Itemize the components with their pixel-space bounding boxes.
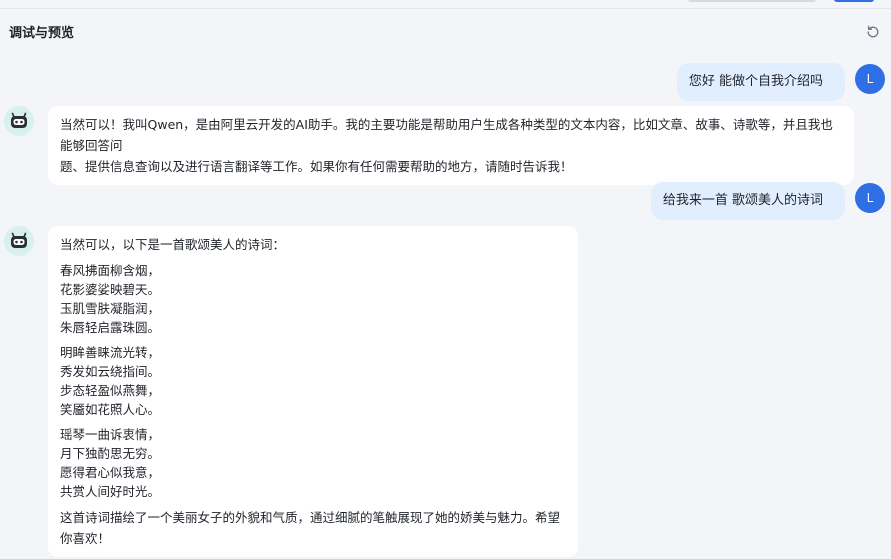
- user-message: 您好 能做个自我介绍吗 L: [676, 63, 885, 101]
- toolbar-primary-button-stub[interactable]: [834, 0, 874, 2]
- poem-line: 笑靥如花照人心。: [60, 402, 161, 417]
- poem-outro: 这首诗词描绘了一个美丽女子的外貌和气质，通过细腻的笔触展现了她的娇美与魅力。希望…: [60, 510, 561, 546]
- assistant-text-line: 当然可以！我叫Qwen，是由阿里云开发的AI助手。我的主要功能是帮助用户生成各种…: [60, 117, 833, 153]
- poem-line: 月下独酌思无穷。: [60, 446, 161, 461]
- poem-line: 春风拂面柳含烟，: [60, 263, 161, 278]
- poem-line: 花影婆娑映碧天。: [60, 282, 161, 297]
- poem-line: 步态轻盈似燕舞，: [60, 383, 161, 398]
- poem-line: 秀发如云绕指间。: [60, 364, 161, 379]
- top-toolbar-remnant: [0, 0, 891, 8]
- poem-line: 愿得君心似我意，: [60, 465, 161, 480]
- assistant-message: 当然可以！我叫Qwen，是由阿里云开发的AI助手。我的主要功能是帮助用户生成各种…: [4, 106, 854, 185]
- poem-line: 玉肌雪肤凝脂润，: [60, 301, 161, 316]
- refresh-icon[interactable]: [865, 24, 881, 40]
- user-avatar: L: [855, 64, 885, 94]
- poem-line: 朱唇轻启露珠圆。: [60, 320, 161, 335]
- user-message-bubble: 给我来一首 歌颂美人的诗词: [650, 182, 845, 220]
- poem-line: 共赏人间好时光。: [60, 484, 161, 499]
- bot-avatar: [4, 106, 34, 136]
- poem-intro: 当然可以，以下是一首歌颂美人的诗词：: [60, 237, 286, 252]
- panel-header: 调试与预览: [0, 8, 891, 54]
- bot-avatar: [4, 226, 34, 256]
- page-title: 调试与预览: [9, 26, 75, 41]
- poem-stanza: 明眸善睐流光转， 秀发如云绕指间。 步态轻盈似燕舞， 笑靥如花照人心。: [60, 343, 566, 419]
- robot-face-icon: [11, 232, 27, 248]
- user-message-bubble: 您好 能做个自我介绍吗: [676, 63, 845, 101]
- assistant-message-bubble: 当然可以！我叫Qwen，是由阿里云开发的AI助手。我的主要功能是帮助用户生成各种…: [48, 106, 854, 185]
- poem-stanza: 瑶琴一曲诉衷情， 月下独酌思无穷。 愿得君心似我意， 共赏人间好时光。: [60, 425, 566, 501]
- toolbar-input-stub[interactable]: [688, 0, 816, 2]
- user-message: 给我来一首 歌颂美人的诗词 L: [650, 182, 885, 220]
- assistant-text-line: 题、提供信息查询以及进行语言翻译等工作。如果你有任何需要帮助的地方，请随时告诉我…: [60, 159, 573, 174]
- robot-face-icon: [11, 112, 27, 128]
- poem-line: 瑶琴一曲诉衷情，: [60, 427, 161, 442]
- user-avatar: L: [855, 183, 885, 213]
- assistant-message-bubble: 当然可以，以下是一首歌颂美人的诗词： 春风拂面柳含烟， 花影婆娑映碧天。 玉肌雪…: [48, 226, 578, 557]
- poem-stanza: 春风拂面柳含烟， 花影婆娑映碧天。 玉肌雪肤凝脂润， 朱唇轻启露珠圆。: [60, 261, 566, 337]
- assistant-message: 当然可以，以下是一首歌颂美人的诗词： 春风拂面柳含烟， 花影婆娑映碧天。 玉肌雪…: [4, 226, 578, 557]
- poem-line: 明眸善睐流光转，: [60, 345, 161, 360]
